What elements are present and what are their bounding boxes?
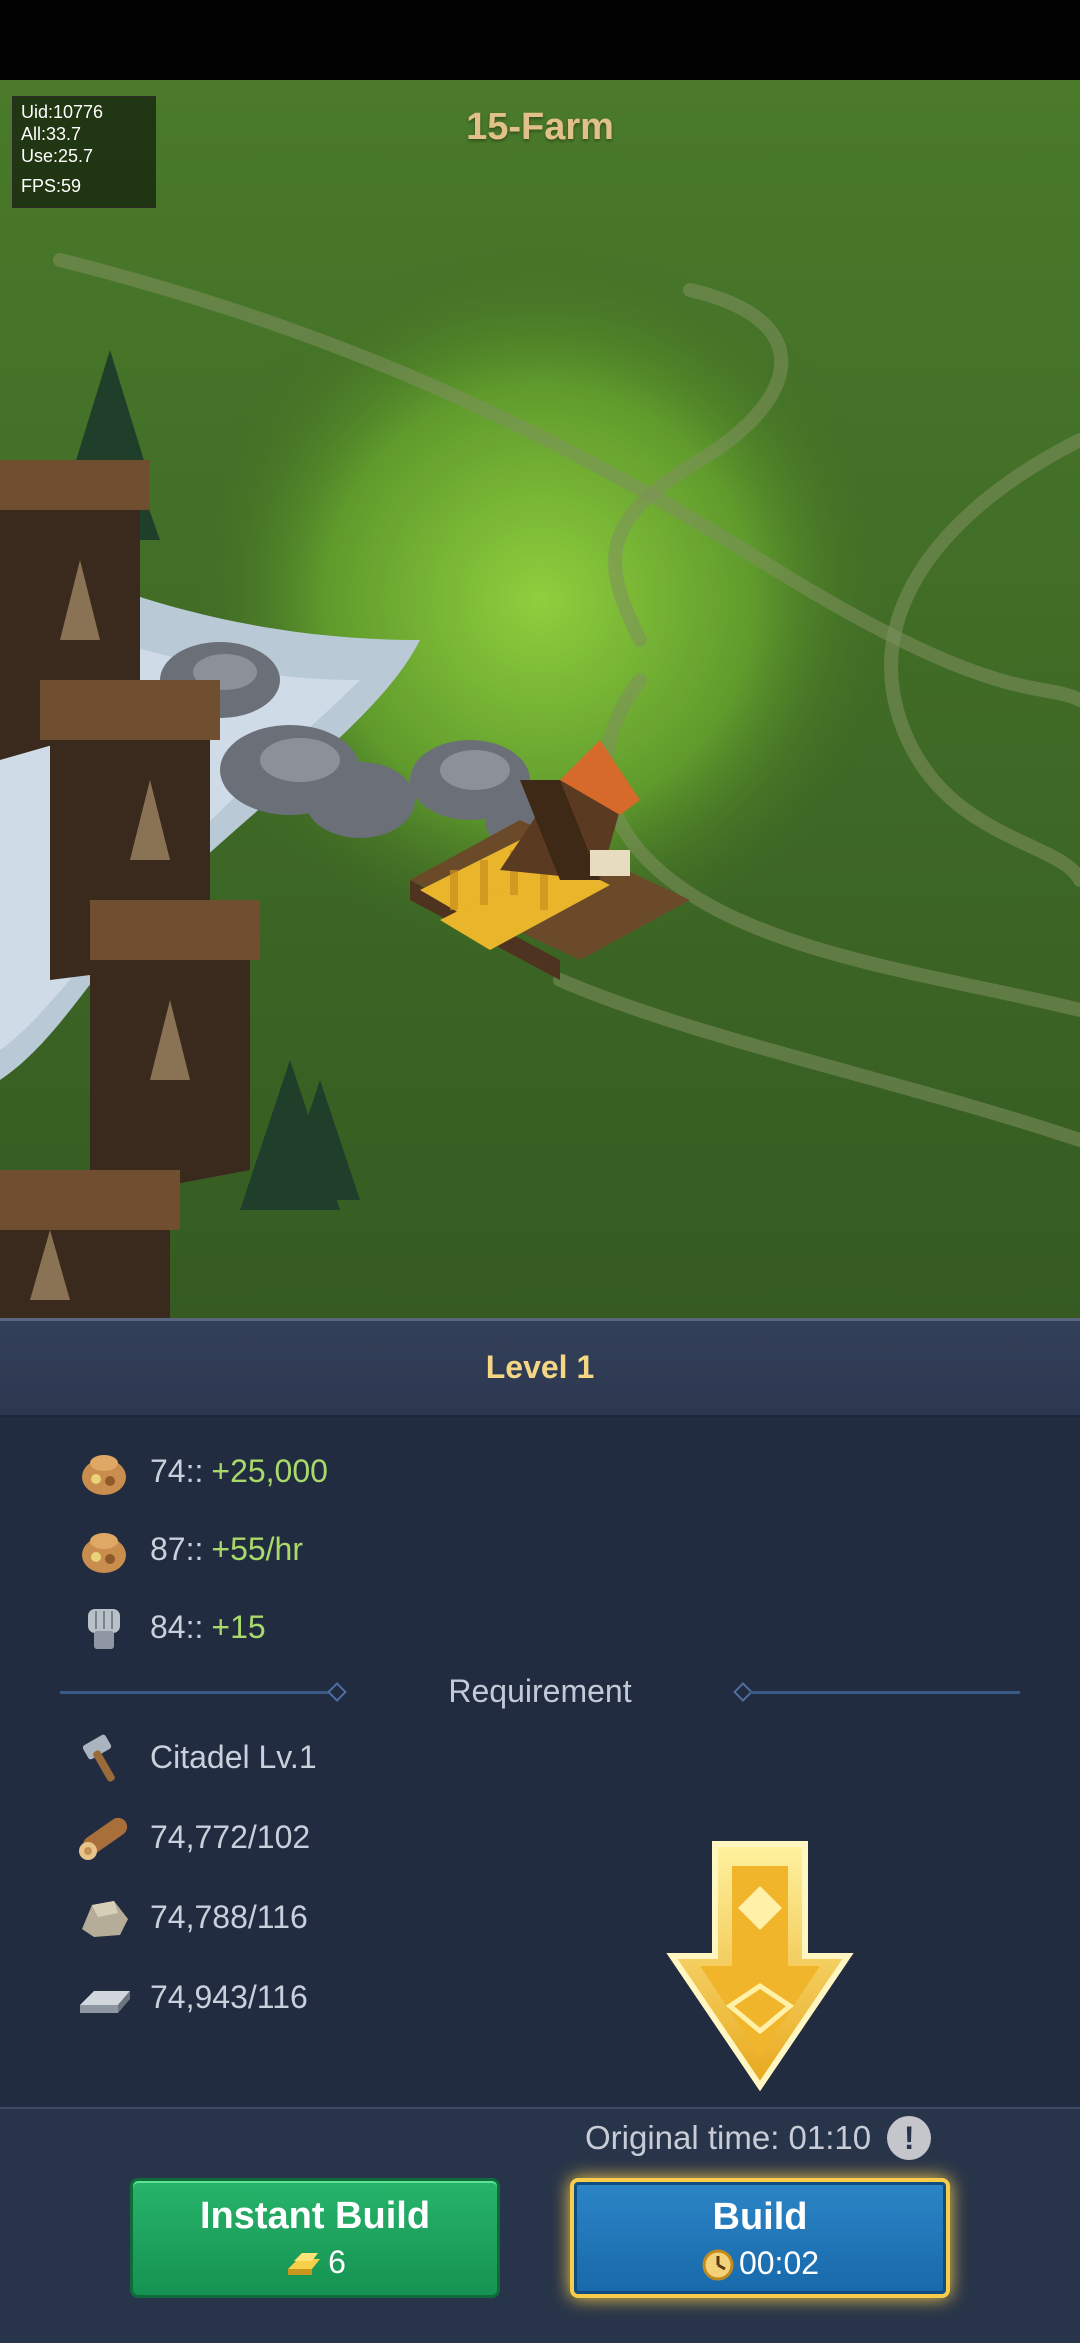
benefit-row: 87:: +55/hr	[72, 1519, 303, 1579]
stone-icon	[72, 1887, 136, 1947]
requirement-divider: Requirement	[0, 1667, 1080, 1717]
map-scene	[0, 80, 1080, 1318]
requirement-row: 74,772/102	[72, 1807, 310, 1867]
requirement-text: 74,788/116	[150, 1898, 308, 1935]
requirement-row: 74,788/116	[72, 1887, 308, 1947]
building-title: 15-Farm	[466, 106, 614, 148]
status-bar	[0, 0, 1080, 80]
instant-build-button[interactable]: Instant Build 6	[130, 2178, 500, 2298]
build-time: 00:02	[738, 2245, 820, 2281]
level-header: Level 1	[0, 1321, 1080, 1417]
requirement-text: 74,943/116	[150, 1978, 308, 2015]
iron-ingot-icon	[72, 1967, 136, 2027]
original-time-text: Original time: 01:10	[585, 2119, 872, 2156]
requirement-row: 74,943/116	[72, 1967, 308, 2027]
gold-bars-icon	[288, 2252, 321, 2275]
benefit-value: +15	[211, 1608, 266, 1645]
stopwatch-icon	[702, 2249, 734, 2280]
build-label: Build	[712, 2196, 808, 2238]
benefit-row: 84:: +15	[72, 1597, 266, 1657]
instant-build-label: Instant Build	[199, 2195, 431, 2237]
requirement-text: Citadel Lv.1	[150, 1738, 317, 1775]
wood-log-icon	[72, 1807, 136, 1867]
benefit-label: 74::	[150, 1452, 204, 1489]
tutorial-arrow-icon	[666, 1841, 854, 2092]
stats-section: 74:: +25,000 87:: +55/hr 84:: +15 Requireme…	[0, 1417, 1080, 2109]
food-sack-icon	[72, 1519, 136, 1579]
game-map-view[interactable]	[0, 80, 1080, 1318]
level-title: Level 1	[485, 1349, 595, 1385]
info-icon[interactable]: !	[887, 2116, 932, 2160]
requirement-text: 74,772/102	[150, 1818, 311, 1855]
original-time: Original time: 01:10 !	[585, 2116, 932, 2160]
benefit-row: 74:: +25,000	[72, 1441, 328, 1501]
benefit-label: 84::	[150, 1608, 204, 1645]
benefit-value: +55/hr	[211, 1530, 303, 1567]
benefit-value: +25,000	[211, 1452, 328, 1489]
requirement-row[interactable]: Citadel Lv.1	[72, 1727, 317, 1787]
debug-fps: FPS:59	[21, 176, 82, 196]
food-sack-icon	[72, 1441, 136, 1501]
fist-icon	[72, 1597, 136, 1657]
build-button[interactable]: Build 00:02	[570, 2178, 950, 2298]
instant-build-cost: 6	[328, 2244, 346, 2280]
benefit-label: 87::	[150, 1530, 204, 1567]
hammer-icon	[72, 1727, 136, 1787]
